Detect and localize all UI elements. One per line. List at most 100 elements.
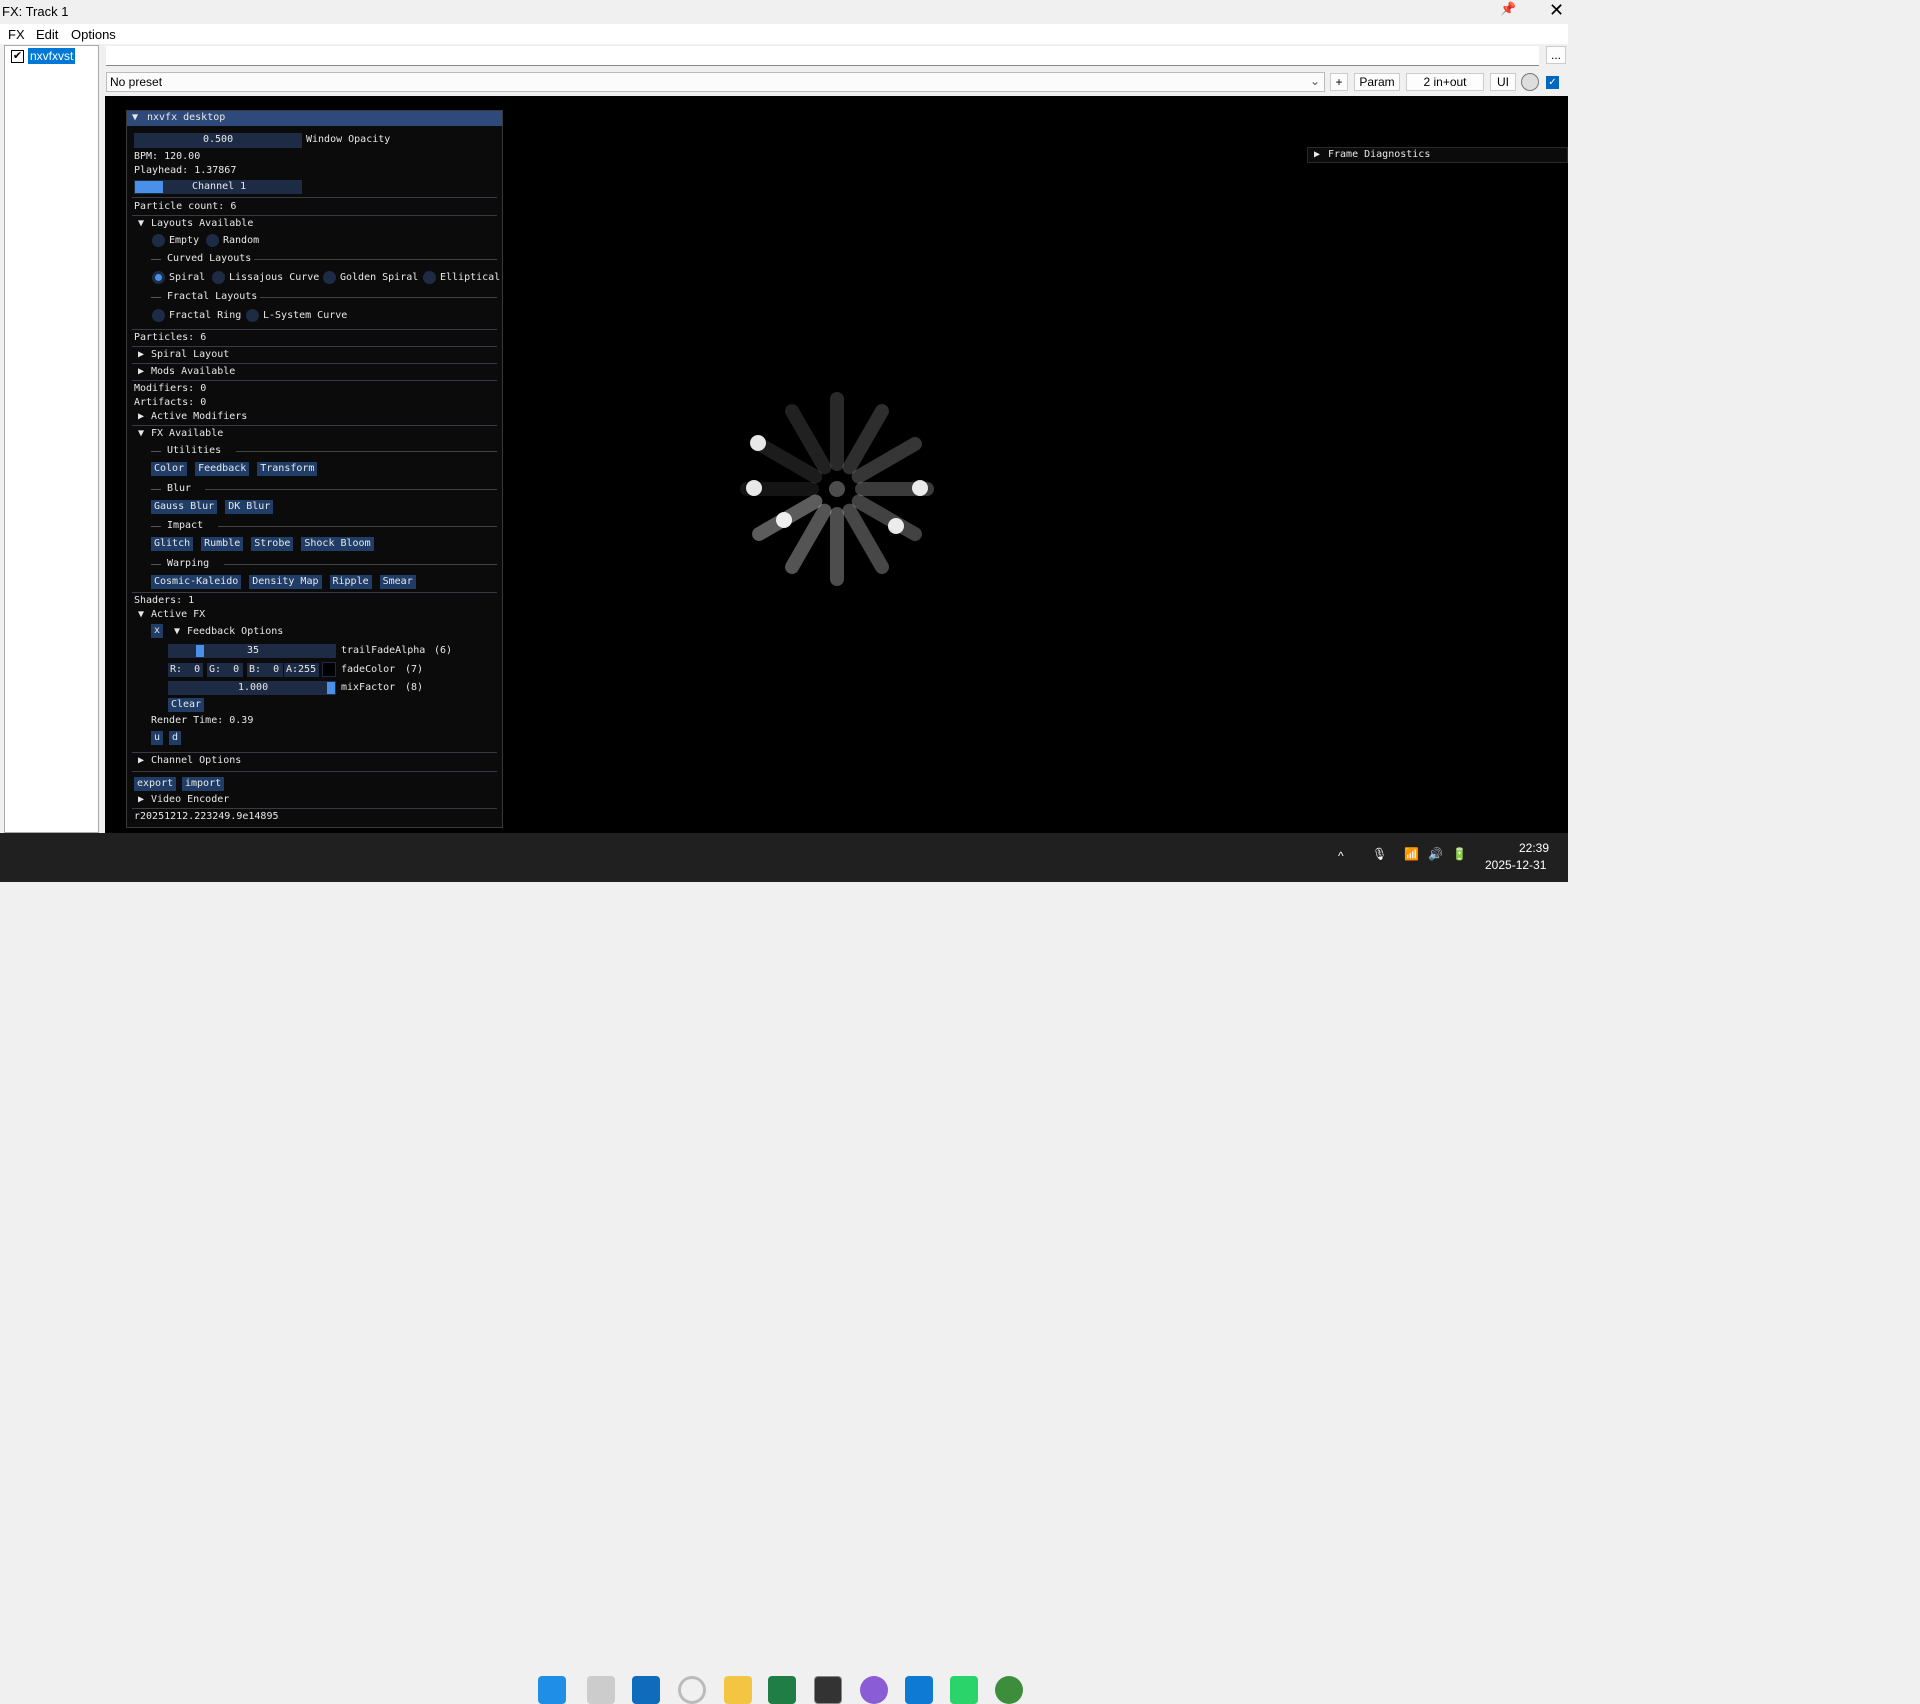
color-a-field[interactable]: A:255 bbox=[284, 663, 319, 677]
collapse-icon[interactable]: ▼ bbox=[138, 428, 144, 439]
app-icon[interactable] bbox=[678, 1676, 706, 1704]
feedback-options-header[interactable]: Feedback Options bbox=[187, 626, 283, 637]
more-button[interactable]: ... bbox=[1546, 46, 1566, 64]
active-modifiers-header[interactable]: Active Modifiers bbox=[151, 411, 247, 422]
slider-grab[interactable] bbox=[196, 645, 204, 657]
microphone-icon[interactable]: 🎙 bbox=[1372, 847, 1387, 861]
move-down-button[interactable]: d bbox=[169, 731, 182, 745]
spiral-layout-header[interactable]: Spiral Layout bbox=[151, 349, 229, 360]
clear-button[interactable]: Clear bbox=[168, 698, 205, 712]
panel-header[interactable]: ▼ nxvfx desktop bbox=[127, 111, 502, 126]
expand-icon[interactable]: ▶ bbox=[138, 366, 144, 377]
fx-add-button[interactable]: Color bbox=[151, 462, 188, 476]
battery-icon[interactable]: 🔋 bbox=[1452, 847, 1467, 861]
excel-icon[interactable] bbox=[768, 1676, 796, 1704]
preset-dropdown[interactable]: No preset ⌄ bbox=[106, 72, 1325, 92]
collapse-icon[interactable]: ▼ bbox=[138, 609, 144, 620]
task-view-icon[interactable] bbox=[587, 1676, 615, 1704]
menu-edit[interactable]: Edit bbox=[36, 27, 58, 42]
start-icon[interactable] bbox=[538, 1676, 566, 1704]
fade-color-label: fadeColor bbox=[341, 664, 396, 675]
fx-add-button[interactable]: DK Blur bbox=[225, 499, 274, 514]
file-explorer-icon[interactable] bbox=[724, 1676, 752, 1704]
particle-spinner bbox=[740, 392, 934, 586]
fx-name-field[interactable] bbox=[106, 46, 1539, 66]
color-r-field[interactable]: R: 0 bbox=[168, 663, 203, 677]
mix-factor-slider[interactable]: 1.000 bbox=[168, 681, 336, 695]
clion-icon[interactable] bbox=[950, 1676, 978, 1704]
fx-add-button[interactable]: Ripple bbox=[329, 574, 372, 589]
opacity-slider[interactable]: 0.500 bbox=[134, 133, 302, 148]
tray-chevron-icon[interactable]: ^ bbox=[1338, 849, 1344, 863]
channel-slider-grab[interactable] bbox=[135, 181, 163, 193]
collapse-icon[interactable]: ▼ bbox=[138, 218, 144, 229]
volume-icon[interactable]: 🔊 bbox=[1428, 847, 1443, 861]
ui-button[interactable]: UI bbox=[1490, 73, 1516, 91]
collapse-icon[interactable]: ▼ bbox=[174, 626, 180, 637]
expand-icon[interactable]: ▶ bbox=[138, 349, 144, 360]
fx-enable-checkbox[interactable]: ✔ bbox=[11, 50, 24, 63]
wet-knob[interactable] bbox=[1521, 73, 1539, 91]
fx-add-button[interactable]: Glitch bbox=[151, 537, 194, 551]
terminal-icon[interactable] bbox=[814, 1676, 842, 1704]
remove-fx-button[interactable]: x bbox=[151, 624, 164, 638]
visual-studio-icon[interactable] bbox=[860, 1676, 888, 1704]
frame-diagnostics-header[interactable]: ▶ Frame Diagnostics bbox=[1307, 147, 1568, 163]
radio-spiral[interactable] bbox=[152, 271, 165, 284]
radio-elliptical[interactable] bbox=[423, 271, 436, 284]
export-button[interactable]: export bbox=[134, 777, 177, 791]
fx-add-button[interactable]: Feedback bbox=[195, 462, 250, 476]
fx-add-button[interactable]: Smear bbox=[379, 574, 416, 589]
clock-date[interactable]: 2025-12-31 bbox=[1485, 858, 1546, 872]
wifi-icon[interactable]: 📶 bbox=[1404, 847, 1419, 861]
radio-golden-spiral[interactable] bbox=[323, 271, 336, 284]
radio-fractal-ring[interactable] bbox=[152, 309, 165, 322]
menu-options[interactable]: Options bbox=[71, 27, 116, 42]
trail-fade-slider[interactable]: 35 bbox=[168, 644, 336, 658]
close-icon[interactable]: ✕ bbox=[1549, 0, 1564, 21]
channel-slider[interactable]: Channel 1 bbox=[134, 180, 302, 194]
fx-add-button[interactable]: Shock Bloom bbox=[301, 537, 374, 551]
fx-add-button[interactable]: Gauss Blur bbox=[151, 499, 218, 514]
param-button[interactable]: Param bbox=[1354, 73, 1400, 91]
fx-add-button[interactable]: Density Map bbox=[249, 574, 322, 589]
fx-add-button[interactable]: Rumble bbox=[201, 537, 244, 551]
particle bbox=[776, 512, 792, 528]
active-fx-header[interactable]: Active FX bbox=[151, 609, 205, 620]
radio-empty[interactable] bbox=[152, 234, 165, 247]
clock-time[interactable]: 22:39 bbox=[1519, 841, 1549, 855]
color-g-field[interactable]: G: 0 bbox=[207, 663, 243, 677]
fx-item[interactable]: nxvfxvst bbox=[28, 48, 76, 64]
radio-random[interactable] bbox=[206, 234, 219, 247]
color-swatch[interactable] bbox=[322, 662, 336, 677]
pin-icon[interactable]: 📌 bbox=[1500, 1, 1516, 17]
radio-label: Fractal Ring bbox=[169, 310, 242, 321]
outlook-icon[interactable] bbox=[632, 1676, 660, 1704]
channel-options-header[interactable]: Channel Options bbox=[151, 755, 241, 766]
fx-add-button[interactable]: Transform bbox=[257, 462, 318, 476]
mods-available-header[interactable]: Mods Available bbox=[151, 366, 235, 377]
layouts-header[interactable]: Layouts Available bbox=[151, 218, 253, 229]
menu-fx[interactable]: FX bbox=[8, 27, 25, 42]
radio-lsystem[interactable] bbox=[246, 309, 259, 322]
add-preset-button[interactable]: + bbox=[1330, 73, 1348, 91]
radio-label: Spiral bbox=[169, 272, 206, 283]
bypass-checkbox[interactable]: ✓ bbox=[1546, 76, 1559, 89]
video-encoder-header[interactable]: Video Encoder bbox=[151, 794, 229, 805]
expand-icon[interactable]: ▶ bbox=[138, 411, 144, 422]
move-up-button[interactable]: u bbox=[151, 731, 164, 745]
fx-group-header: Blur bbox=[167, 482, 192, 494]
reaper-icon[interactable] bbox=[995, 1676, 1023, 1704]
fx-add-button[interactable]: Strobe bbox=[251, 537, 294, 551]
io-button[interactable]: 2 in+out bbox=[1406, 73, 1484, 91]
vscode-icon[interactable] bbox=[905, 1676, 933, 1704]
expand-icon[interactable]: ▶ bbox=[138, 794, 144, 805]
version-text: r20251212.223249.9e14895 bbox=[134, 811, 279, 822]
import-button[interactable]: import bbox=[182, 777, 225, 791]
radio-lissajous[interactable] bbox=[212, 271, 225, 284]
fx-add-button[interactable]: Cosmic-Kaleido bbox=[151, 574, 242, 589]
expand-icon[interactable]: ▶ bbox=[138, 755, 144, 766]
fx-available-header[interactable]: FX Available bbox=[151, 428, 223, 439]
slider-grab[interactable] bbox=[327, 682, 335, 694]
color-b-field[interactable]: B: 0 bbox=[247, 663, 283, 677]
